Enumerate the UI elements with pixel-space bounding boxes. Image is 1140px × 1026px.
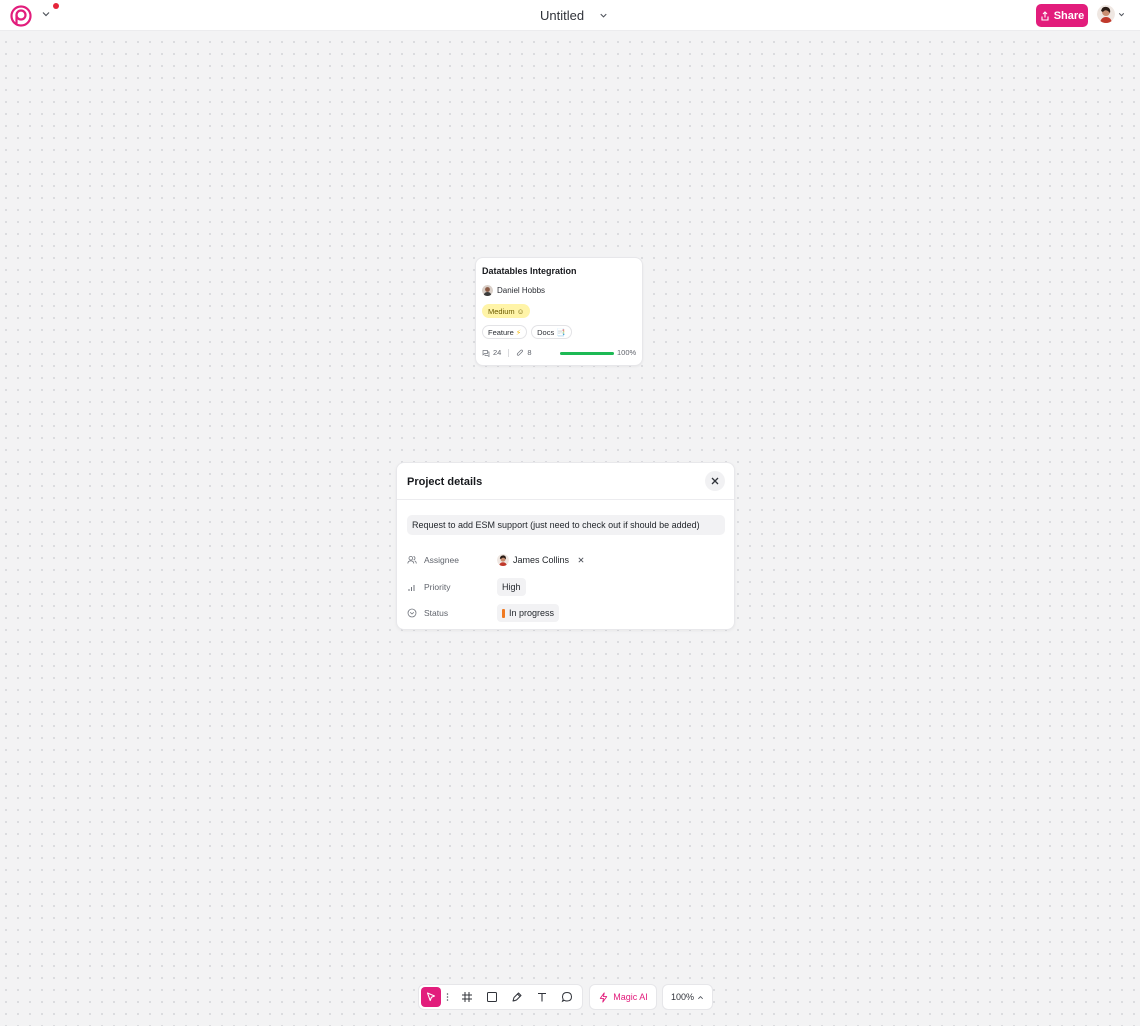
status-chip-label: In progress	[509, 608, 555, 618]
tag-list: Feature ⚡ Docs 📑	[482, 325, 572, 339]
priority-chip[interactable]: High	[497, 578, 526, 596]
share-button[interactable]: Share	[1036, 4, 1088, 27]
card-title: Datatables Integration	[482, 266, 577, 276]
assignee-row: Assignee James Collins	[407, 551, 725, 569]
tag-label: Feature	[488, 327, 514, 337]
priority-emoji: ☺	[516, 306, 525, 316]
status-circle-icon	[407, 608, 417, 618]
comment-count: 24	[493, 348, 502, 357]
attachment-count: 8	[527, 348, 532, 357]
document-title-label: Untitled	[540, 8, 585, 23]
progress-fill	[560, 352, 614, 355]
progress-bar	[560, 352, 614, 355]
comment-icon	[482, 349, 490, 357]
tool-rectangle[interactable]	[479, 986, 504, 1008]
progress-label: 100%	[617, 348, 637, 357]
share-label: Share	[1053, 9, 1085, 22]
priority-value[interactable]: High	[497, 578, 526, 596]
status-row: Status In progress	[407, 604, 725, 622]
frame-icon	[461, 992, 472, 1002]
remove-assignee-icon[interactable]	[578, 557, 584, 563]
users-icon	[407, 556, 417, 564]
app-logo-icon[interactable]	[10, 5, 32, 27]
top-bar: Untitled Share	[0, 0, 1140, 31]
user-avatar[interactable]	[1097, 5, 1115, 23]
lightning-icon: ⚡	[515, 327, 522, 337]
card-meta: 24 8	[482, 348, 532, 357]
tool-pointer[interactable]	[421, 987, 441, 1007]
zoom-control[interactable]: 100%	[662, 984, 713, 1010]
chevron-up-icon	[698, 995, 704, 999]
more-tools-handle[interactable]	[444, 986, 450, 1008]
project-details-panel: Project details Request to add ESM suppo…	[396, 462, 735, 630]
chevron-down-icon[interactable]	[40, 8, 52, 20]
status-color-indicator	[502, 608, 505, 618]
chevron-down-icon[interactable]	[1117, 10, 1126, 19]
document-title[interactable]: Untitled	[540, 8, 609, 23]
assignee-label: Assignee	[424, 555, 459, 565]
close-button[interactable]	[705, 471, 725, 491]
zoom-label: 100%	[670, 992, 695, 1002]
panel-title: Project details	[407, 476, 483, 488]
tag-docs: Docs 📑	[531, 325, 572, 339]
tool-text[interactable]	[529, 986, 554, 1008]
status-chip[interactable]: In progress	[497, 604, 560, 622]
comment-icon	[561, 991, 572, 1003]
tag-feature: Feature ⚡	[482, 325, 528, 339]
text-icon	[537, 992, 546, 1002]
magic-ai-label: Magic AI	[613, 992, 648, 1002]
card-assignee: Daniel Hobbs	[482, 285, 545, 296]
tag-label: Docs	[537, 327, 555, 337]
lightning-icon	[600, 991, 608, 1003]
priority-pill: Medium ☺	[482, 304, 531, 318]
avatar	[497, 554, 509, 566]
status-value[interactable]: In progress	[497, 604, 560, 622]
pen-icon	[512, 992, 521, 1002]
priority-label: Priority	[424, 582, 451, 592]
priority-pill-label: Medium	[488, 306, 515, 316]
chevron-down-icon	[600, 13, 607, 18]
task-card[interactable]: Datatables Integration Daniel Hobbs Medi…	[475, 257, 643, 366]
close-icon	[711, 477, 719, 485]
panel-header: Project details	[397, 463, 734, 500]
rectangle-icon	[486, 992, 497, 1002]
bottom-toolbar	[418, 984, 583, 1010]
assignee-name: James Collins	[513, 555, 570, 565]
tool-comment[interactable]	[554, 986, 579, 1008]
description-field[interactable]: Request to add ESM support (just need to…	[407, 515, 725, 535]
vertical-dots-icon	[446, 993, 448, 1001]
notification-dot	[53, 3, 59, 9]
pointer-icon	[426, 992, 436, 1002]
avatar	[482, 285, 493, 296]
tool-frame[interactable]	[454, 986, 479, 1008]
tool-pen[interactable]	[504, 986, 529, 1008]
signal-bars-icon	[408, 585, 415, 591]
document-icon: 📑	[556, 327, 566, 337]
card-assignee-name: Daniel Hobbs	[497, 286, 546, 295]
priority-row: Priority High	[407, 578, 725, 596]
assignee-value[interactable]: James Collins	[497, 551, 584, 569]
magic-ai-button[interactable]: Magic AI	[589, 984, 657, 1010]
status-label: Status	[424, 608, 449, 618]
share-icon	[1041, 10, 1049, 21]
paperclip-icon	[517, 349, 524, 356]
